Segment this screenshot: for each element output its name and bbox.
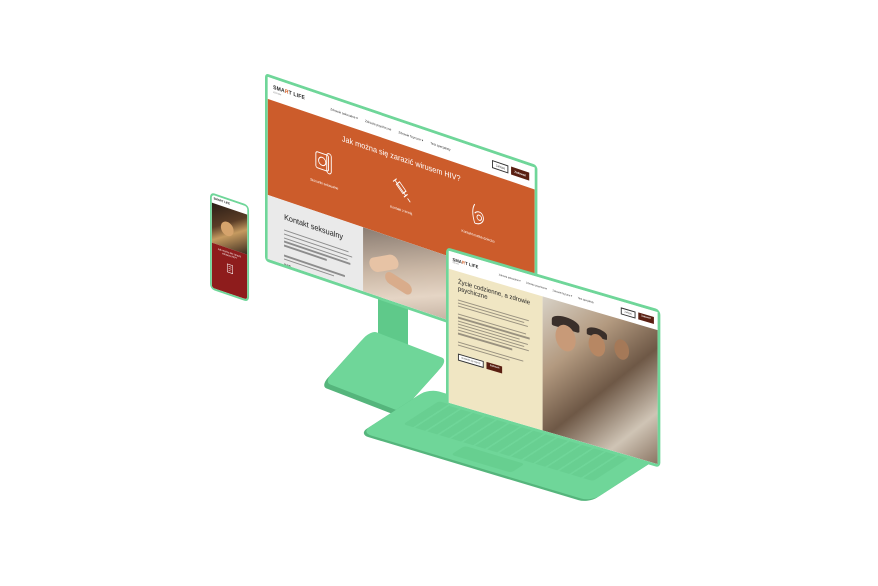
pregnancy-icon (471, 203, 484, 225)
condom-icon (315, 151, 333, 175)
laptop-cta-call-button[interactable]: Zadzwoń (486, 361, 503, 374)
hero-item-blood[interactable]: Kontakt z krwią (369, 165, 433, 223)
call-button[interactable]: Zadzwoń (511, 166, 530, 181)
nav-item-sexual-health[interactable]: Zdrowie seksualne ▾ (330, 107, 357, 120)
laptop-nav-item-physical-health[interactable]: Zdrowie fizyczne ▾ (553, 289, 573, 298)
nav-item-physical-health[interactable]: Zdrowie fizyczne ▾ (399, 130, 424, 142)
laptop-nav-item-specialist-test[interactable]: Test specjalisty (578, 296, 594, 304)
learn-more-button[interactable]: Dowiedz się więcej (457, 353, 484, 368)
phone-screen: SMART LIFE Jak można się zarazić wirusem… (211, 194, 248, 300)
laptop-login-button[interactable]: Zaloguj (620, 306, 636, 319)
hero-item-sexual[interactable]: Stosunki seksualne (293, 139, 357, 197)
hero-item-mother-child[interactable]: Kontakt matka-dziecko (446, 191, 510, 249)
document-icon (226, 263, 233, 274)
login-button[interactable]: Zaloguj (492, 160, 509, 174)
laptop-logo[interactable]: SMART LIFE Zdrowie (452, 257, 478, 272)
syringe-icon (392, 178, 411, 203)
laptop-nav-item-sexual-health[interactable]: Zdrowie seksualne ▾ (499, 273, 521, 282)
device-mockup-scene: SMART LIFE Zdrowie Zdrowie seksualne ▾ Z… (0, 0, 878, 586)
laptop-call-button[interactable]: Zadzwoń (638, 311, 654, 324)
laptop-nav-item-mental-health[interactable]: Zdrowie psychiczne (526, 281, 547, 290)
nav-item-mental-health[interactable]: Zdrowie psychiczne (365, 119, 391, 132)
mental-health-panel: Życie codzienne, a zdrowie psychiczne Do… (448, 268, 543, 431)
nav-item-specialist-test[interactable]: Test specjalisty (430, 141, 450, 152)
smartphone: SMART LIFE Jak można się zarazić wirusem… (210, 192, 250, 303)
